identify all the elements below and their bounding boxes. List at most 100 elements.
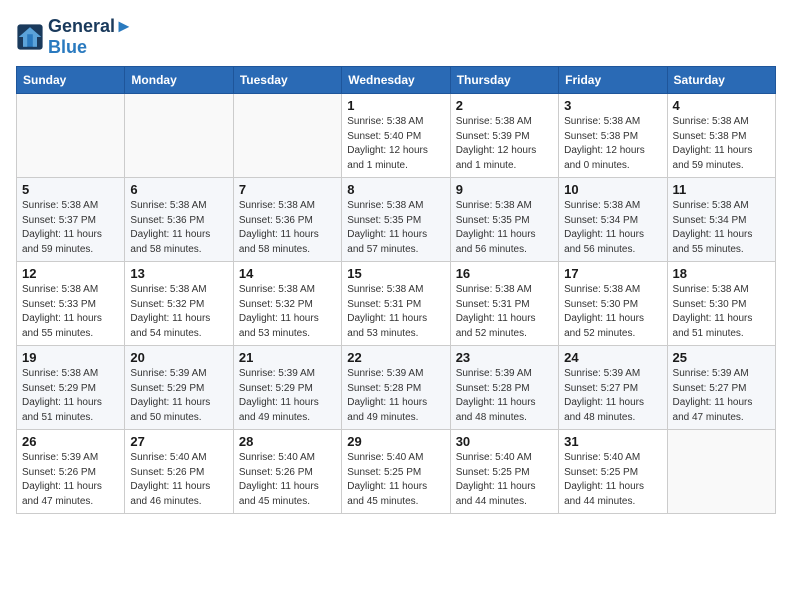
- day-info: Sunrise: 5:38 AMSunset: 5:37 PMDaylight:…: [22, 199, 119, 257]
- calendar-cell: 23 Sunrise: 5:39 AMSunset: 5:28 PMDayligh…: [450, 346, 558, 430]
- day-info: Sunrise: 5:38 AMSunset: 5:32 PMDaylight:…: [130, 283, 227, 341]
- calendar-week-3: 12Sunrise: 5:38 AMSunset: 5:33 PMDayligh…: [17, 262, 776, 346]
- weekday-header-sunday: Sunday: [17, 67, 125, 94]
- day-number: 27: [130, 434, 227, 449]
- day-number: 11: [673, 182, 770, 197]
- day-info: Sunrise: 5:38 AMSunset: 5:40 PMDaylight:…: [347, 115, 444, 173]
- day-number: 22: [347, 350, 444, 365]
- day-number: 9: [456, 182, 553, 197]
- calendar-cell: 11 Sunrise: 5:38 AMSunset: 5:34 PMDayligh…: [667, 178, 775, 262]
- day-number: 31: [564, 434, 661, 449]
- day-number: 14: [239, 266, 336, 281]
- day-info: Sunrise: 5:38 AMSunset: 5:34 PMDaylight:…: [673, 199, 770, 257]
- day-number: 1: [347, 98, 444, 113]
- logo: General► Blue: [16, 16, 133, 58]
- day-info: Sunrise: 5:38 AMSunset: 5:39 PMDaylight:…: [456, 115, 553, 173]
- calendar-cell: 24Sunrise: 5:39 AMSunset: 5:27 PMDayligh…: [559, 346, 667, 430]
- day-number: 21: [239, 350, 336, 365]
- day-info: Sunrise: 5:40 AMSunset: 5:25 PMDaylight:…: [456, 451, 553, 509]
- calendar-cell: 21Sunrise: 5:39 AMSunset: 5:29 PMDayligh…: [233, 346, 341, 430]
- calendar-header-row: SundayMondayTuesdayWednesdayThursdayFrid…: [17, 67, 776, 94]
- day-number: 20: [130, 350, 227, 365]
- calendar-cell: 19 Sunrise: 5:38 AMSunset: 5:29 PMDayligh…: [17, 346, 125, 430]
- day-number: 30: [456, 434, 553, 449]
- day-info: Sunrise: 5:38 AMSunset: 5:33 PMDaylight:…: [22, 283, 119, 341]
- day-info: Sunrise: 5:38 AMSunset: 5:30 PMDaylight:…: [564, 283, 661, 341]
- weekday-header-thursday: Thursday: [450, 67, 558, 94]
- weekday-header-monday: Monday: [125, 67, 233, 94]
- calendar-cell: 25 Sunrise: 5:39 AMSunset: 5:27 PMDayligh…: [667, 346, 775, 430]
- day-info: Sunrise: 5:40 AMSunset: 5:25 PMDaylight:…: [347, 451, 444, 509]
- day-info: Sunrise: 5:38 AMSunset: 5:35 PMDaylight:…: [456, 199, 553, 257]
- calendar-cell: 17Sunrise: 5:38 AMSunset: 5:30 PMDayligh…: [559, 262, 667, 346]
- day-number: 2: [456, 98, 553, 113]
- day-info: Sunrise: 5:38 AMSunset: 5:29 PMDaylight:…: [22, 367, 119, 425]
- calendar-cell: [667, 430, 775, 514]
- calendar-cell: 5 Sunrise: 5:38 AMSunset: 5:37 PMDaylight…: [17, 178, 125, 262]
- calendar-cell: [17, 94, 125, 178]
- calendar-cell: 28 Sunrise: 5:40 AMSunset: 5:26 PMDayligh…: [233, 430, 341, 514]
- day-number: 4: [673, 98, 770, 113]
- day-number: 16: [456, 266, 553, 281]
- day-info: Sunrise: 5:39 AMSunset: 5:29 PMDaylight:…: [130, 367, 227, 425]
- day-number: 28: [239, 434, 336, 449]
- day-info: Sunrise: 5:39 AMSunset: 5:26 PMDaylight:…: [22, 451, 119, 509]
- day-number: 29: [347, 434, 444, 449]
- day-info: Sunrise: 5:38 AMSunset: 5:38 PMDaylight:…: [564, 115, 661, 173]
- day-info: Sunrise: 5:38 AMSunset: 5:36 PMDaylight:…: [239, 199, 336, 257]
- calendar-cell: 6 Sunrise: 5:38 AMSunset: 5:36 PMDaylight…: [125, 178, 233, 262]
- weekday-header-wednesday: Wednesday: [342, 67, 450, 94]
- calendar-cell: 1 Sunrise: 5:38 AMSunset: 5:40 PMDaylight…: [342, 94, 450, 178]
- day-info: Sunrise: 5:38 AMSunset: 5:30 PMDaylight:…: [673, 283, 770, 341]
- day-info: Sunrise: 5:38 AMSunset: 5:32 PMDaylight:…: [239, 283, 336, 341]
- day-number: 3: [564, 98, 661, 113]
- calendar-cell: 14 Sunrise: 5:38 AMSunset: 5:32 PMDayligh…: [233, 262, 341, 346]
- day-number: 19: [22, 350, 119, 365]
- day-info: Sunrise: 5:38 AMSunset: 5:36 PMDaylight:…: [130, 199, 227, 257]
- calendar-cell: 13 Sunrise: 5:38 AMSunset: 5:32 PMDayligh…: [125, 262, 233, 346]
- calendar-table: SundayMondayTuesdayWednesdayThursdayFrid…: [16, 66, 776, 514]
- day-info: Sunrise: 5:38 AMSunset: 5:31 PMDaylight:…: [456, 283, 553, 341]
- weekday-header-saturday: Saturday: [667, 67, 775, 94]
- day-number: 8: [347, 182, 444, 197]
- day-info: Sunrise: 5:39 AMSunset: 5:28 PMDaylight:…: [347, 367, 444, 425]
- calendar-cell: 7Sunrise: 5:38 AMSunset: 5:36 PMDaylight…: [233, 178, 341, 262]
- day-number: 10: [564, 182, 661, 197]
- day-number: 18: [673, 266, 770, 281]
- calendar-cell: 20 Sunrise: 5:39 AMSunset: 5:29 PMDayligh…: [125, 346, 233, 430]
- calendar-cell: 2 Sunrise: 5:38 AMSunset: 5:39 PMDaylight…: [450, 94, 558, 178]
- day-info: Sunrise: 5:39 AMSunset: 5:27 PMDaylight:…: [673, 367, 770, 425]
- calendar-cell: 18 Sunrise: 5:38 AMSunset: 5:30 PMDayligh…: [667, 262, 775, 346]
- day-number: 15: [347, 266, 444, 281]
- calendar-cell: 31Sunrise: 5:40 AMSunset: 5:25 PMDayligh…: [559, 430, 667, 514]
- calendar-cell: 9 Sunrise: 5:38 AMSunset: 5:35 PMDaylight…: [450, 178, 558, 262]
- calendar-cell: 3 Sunrise: 5:38 AMSunset: 5:38 PMDaylight…: [559, 94, 667, 178]
- calendar-week-4: 19 Sunrise: 5:38 AMSunset: 5:29 PMDayligh…: [17, 346, 776, 430]
- logo-icon: [16, 23, 44, 51]
- day-number: 24: [564, 350, 661, 365]
- day-number: 6: [130, 182, 227, 197]
- weekday-header-friday: Friday: [559, 67, 667, 94]
- calendar-cell: 26Sunrise: 5:39 AMSunset: 5:26 PMDayligh…: [17, 430, 125, 514]
- calendar-cell: 15 Sunrise: 5:38 AMSunset: 5:31 PMDayligh…: [342, 262, 450, 346]
- calendar-cell: 29 Sunrise: 5:40 AMSunset: 5:25 PMDayligh…: [342, 430, 450, 514]
- day-info: Sunrise: 5:39 AMSunset: 5:28 PMDaylight:…: [456, 367, 553, 425]
- calendar-week-1: 1 Sunrise: 5:38 AMSunset: 5:40 PMDaylight…: [17, 94, 776, 178]
- day-number: 25: [673, 350, 770, 365]
- calendar-week-2: 5 Sunrise: 5:38 AMSunset: 5:37 PMDaylight…: [17, 178, 776, 262]
- calendar-cell: 22 Sunrise: 5:39 AMSunset: 5:28 PMDayligh…: [342, 346, 450, 430]
- day-info: Sunrise: 5:38 AMSunset: 5:31 PMDaylight:…: [347, 283, 444, 341]
- calendar-cell: 4 Sunrise: 5:38 AMSunset: 5:38 PMDaylight…: [667, 94, 775, 178]
- calendar-cell: 12Sunrise: 5:38 AMSunset: 5:33 PMDayligh…: [17, 262, 125, 346]
- calendar-cell: 16 Sunrise: 5:38 AMSunset: 5:31 PMDayligh…: [450, 262, 558, 346]
- day-info: Sunrise: 5:40 AMSunset: 5:26 PMDaylight:…: [239, 451, 336, 509]
- day-info: Sunrise: 5:38 AMSunset: 5:38 PMDaylight:…: [673, 115, 770, 173]
- day-number: 5: [22, 182, 119, 197]
- day-number: 23: [456, 350, 553, 365]
- calendar-cell: 10 Sunrise: 5:38 AMSunset: 5:34 PMDayligh…: [559, 178, 667, 262]
- day-info: Sunrise: 5:38 AMSunset: 5:34 PMDaylight:…: [564, 199, 661, 257]
- day-number: 13: [130, 266, 227, 281]
- calendar-cell: 8Sunrise: 5:38 AMSunset: 5:35 PMDaylight…: [342, 178, 450, 262]
- calendar-cell: [233, 94, 341, 178]
- day-info: Sunrise: 5:40 AMSunset: 5:26 PMDaylight:…: [130, 451, 227, 509]
